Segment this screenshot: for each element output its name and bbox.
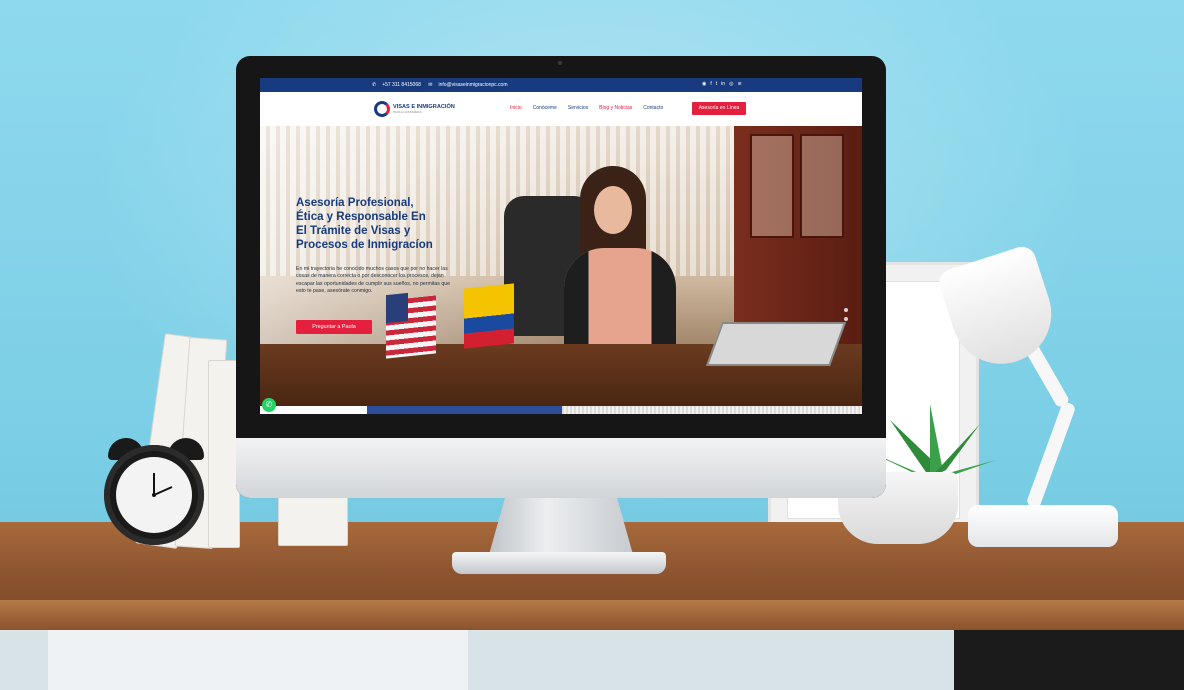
slider-dot[interactable] <box>844 308 848 312</box>
alarm-clock <box>104 445 204 545</box>
hero-title-line: Ética y Responsable En <box>296 211 426 223</box>
slider-dots <box>844 308 848 326</box>
monitor-stand <box>488 496 634 558</box>
hero-photo-cabinet <box>734 126 862 346</box>
hero-photo-laptop <box>705 322 847 366</box>
preguntar-a-paola-button[interactable]: Preguntar a Paola <box>296 320 372 334</box>
nav-menu: Inicio Conóceme Servicios Blog y Noticia… <box>510 105 663 111</box>
nav-item-blog[interactable]: Blog y Noticias <box>599 105 632 111</box>
colombia-flag <box>464 283 514 349</box>
facebook-icon[interactable]: f <box>710 81 711 87</box>
nav-item-conoceme[interactable]: Conóceme <box>533 105 557 111</box>
hero-title: Asesoría Profesional, Ética y Responsabl… <box>296 196 486 252</box>
logo-mark-icon <box>374 101 390 117</box>
webcam <box>558 61 562 65</box>
plant-leaves <box>870 404 996 478</box>
hero-section: Asesoría Profesional, Ética y Responsabl… <box>260 126 862 406</box>
book <box>278 490 348 546</box>
phone-link[interactable]: +57 311 8415068 <box>382 82 421 88</box>
whatsapp-icon[interactable]: ◉ <box>702 81 706 87</box>
nav-item-servicios[interactable]: Servicios <box>568 105 588 111</box>
monitor-base <box>452 552 666 574</box>
slider-dot[interactable] <box>844 317 848 321</box>
nav-item-inicio[interactable]: Inicio <box>510 105 522 111</box>
nav-item-contacto[interactable]: Contacto <box>643 105 663 111</box>
contact-info: ✆ +57 311 8415068 ✉ info@visaseinmigracion… <box>372 82 514 88</box>
main-navigation: VISAS E INMIGRACIÓN PAOLA CASTAÑEDA Inic… <box>260 92 862 127</box>
clock-face <box>116 457 192 533</box>
monitor-chin <box>236 438 886 498</box>
linkedin-icon[interactable]: in <box>721 81 725 87</box>
logo-tagline: PAOLA CASTAÑEDA <box>393 110 422 114</box>
instagram-icon[interactable]: ◎ <box>729 81 733 87</box>
site-logo[interactable]: VISAS E INMIGRACIÓN PAOLA CASTAÑEDA <box>374 101 455 117</box>
email-icon: ✉ <box>428 82 433 88</box>
desk-drawer <box>48 630 468 690</box>
hero-title-line: El Trámite de Visas y <box>296 225 411 237</box>
section-divider-gray <box>562 406 862 414</box>
website-screen: ✆ +57 311 8415068 ✉ info@visaseinmigracion… <box>260 78 862 414</box>
social-links: ◉ f t in ◎ ≋ <box>702 81 742 87</box>
hero-title-line: Asesoría Profesional, <box>296 197 414 209</box>
phone-icon: ✆ <box>372 82 377 88</box>
section-divider-blue <box>367 406 562 414</box>
us-flag-canton <box>386 292 408 324</box>
whatsapp-float-icon[interactable]: ✆ <box>262 398 276 412</box>
rss-icon[interactable]: ≋ <box>737 81 741 87</box>
twitter-icon[interactable]: t <box>716 81 717 87</box>
hero-title-line: Procesos de Inmigracíon <box>296 239 433 251</box>
lamp-base <box>968 505 1118 547</box>
email-link[interactable]: info@visaseinmigracionpc.com <box>439 82 508 88</box>
top-contact-bar: ✆ +57 311 8415068 ✉ info@visaseinmigracion… <box>260 78 862 92</box>
asesoria-en-linea-button[interactable]: Asesoría en Línea <box>692 102 746 115</box>
hero-description: En mi trayectoria he conocido muchos cas… <box>296 266 450 295</box>
desk-edge <box>0 600 1184 630</box>
desk-leg <box>954 630 1184 690</box>
